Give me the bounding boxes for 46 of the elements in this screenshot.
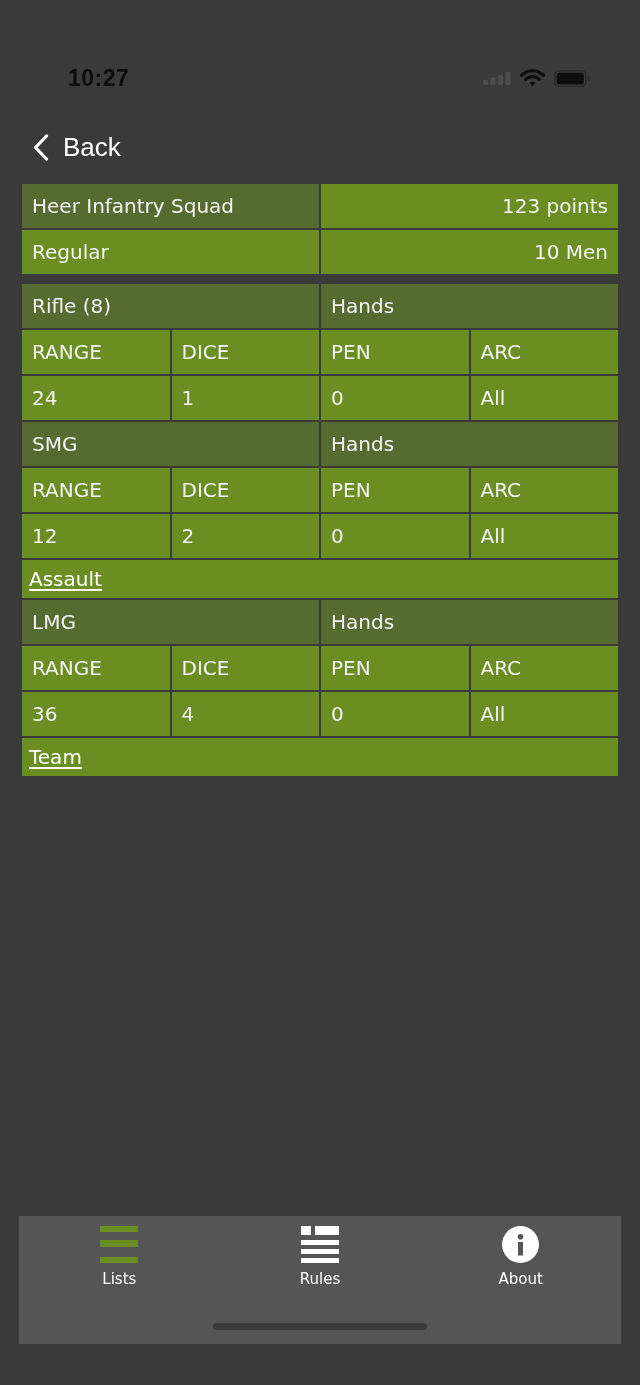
stat-label-cell: PEN [321, 330, 469, 374]
stat-label-cell: RANGE [22, 646, 170, 690]
text-lines-icon [301, 1226, 339, 1263]
stat-label-cell: ARC [470, 330, 618, 374]
stat-label-cell: PEN [321, 468, 469, 512]
stat-value-cell: All [470, 376, 618, 420]
rule-link[interactable]: Team [29, 745, 82, 769]
quality-cell: Regular [22, 230, 319, 274]
unit-name-cell: Heer Infantry Squad [22, 184, 319, 228]
stat-value-cell: All [470, 692, 618, 736]
tab-button[interactable]: About [498, 1226, 543, 1288]
stat-value-cell: 24 [22, 376, 170, 420]
weapon-type-cell: Hands [321, 422, 618, 466]
stat-value-cell: All [470, 514, 618, 558]
stat-label-cell: DICE [171, 646, 319, 690]
weapon-name-cell: Rifle (8) [22, 284, 319, 328]
stat-label-cell: RANGE [22, 468, 170, 512]
points-cell: 123 points [321, 184, 618, 228]
stat-label-cell: ARC [470, 646, 618, 690]
tab-button[interactable]: Lists [100, 1226, 139, 1288]
stat-value-cell: 36 [22, 692, 170, 736]
stat-value-cell: 0 [321, 514, 469, 558]
stat-label-cell: PEN [321, 646, 469, 690]
tab-button[interactable]: Rules [299, 1226, 341, 1288]
stat-value-cell: 2 [171, 514, 319, 558]
stat-value-cell: 12 [22, 514, 170, 558]
weapon-name-cell: LMG [22, 600, 319, 644]
rule-link[interactable]: Assault [29, 567, 102, 591]
stat-value-cell: 1 [171, 376, 319, 420]
unit-size-cell: 10 Men [321, 230, 618, 274]
menu-icon [100, 1226, 139, 1263]
stat-value-cell: 0 [321, 376, 469, 420]
chevron-left-icon [33, 133, 49, 161]
stat-label-cell: DICE [171, 330, 319, 374]
wifi-icon [520, 69, 545, 87]
battery-icon [554, 69, 590, 87]
stat-value-cell: 0 [321, 692, 469, 736]
weapon-name-cell: SMG [22, 422, 319, 466]
info-icon [502, 1226, 540, 1263]
weapon-type-cell: Hands [321, 284, 618, 328]
weapon-type-cell: Hands [321, 600, 618, 644]
stat-label-cell: ARC [470, 468, 618, 512]
stat-value-cell: 4 [171, 692, 319, 736]
stat-label-cell: DICE [171, 468, 319, 512]
stat-label-cell: RANGE [22, 330, 170, 374]
back-button[interactable]: Back [33, 130, 121, 164]
